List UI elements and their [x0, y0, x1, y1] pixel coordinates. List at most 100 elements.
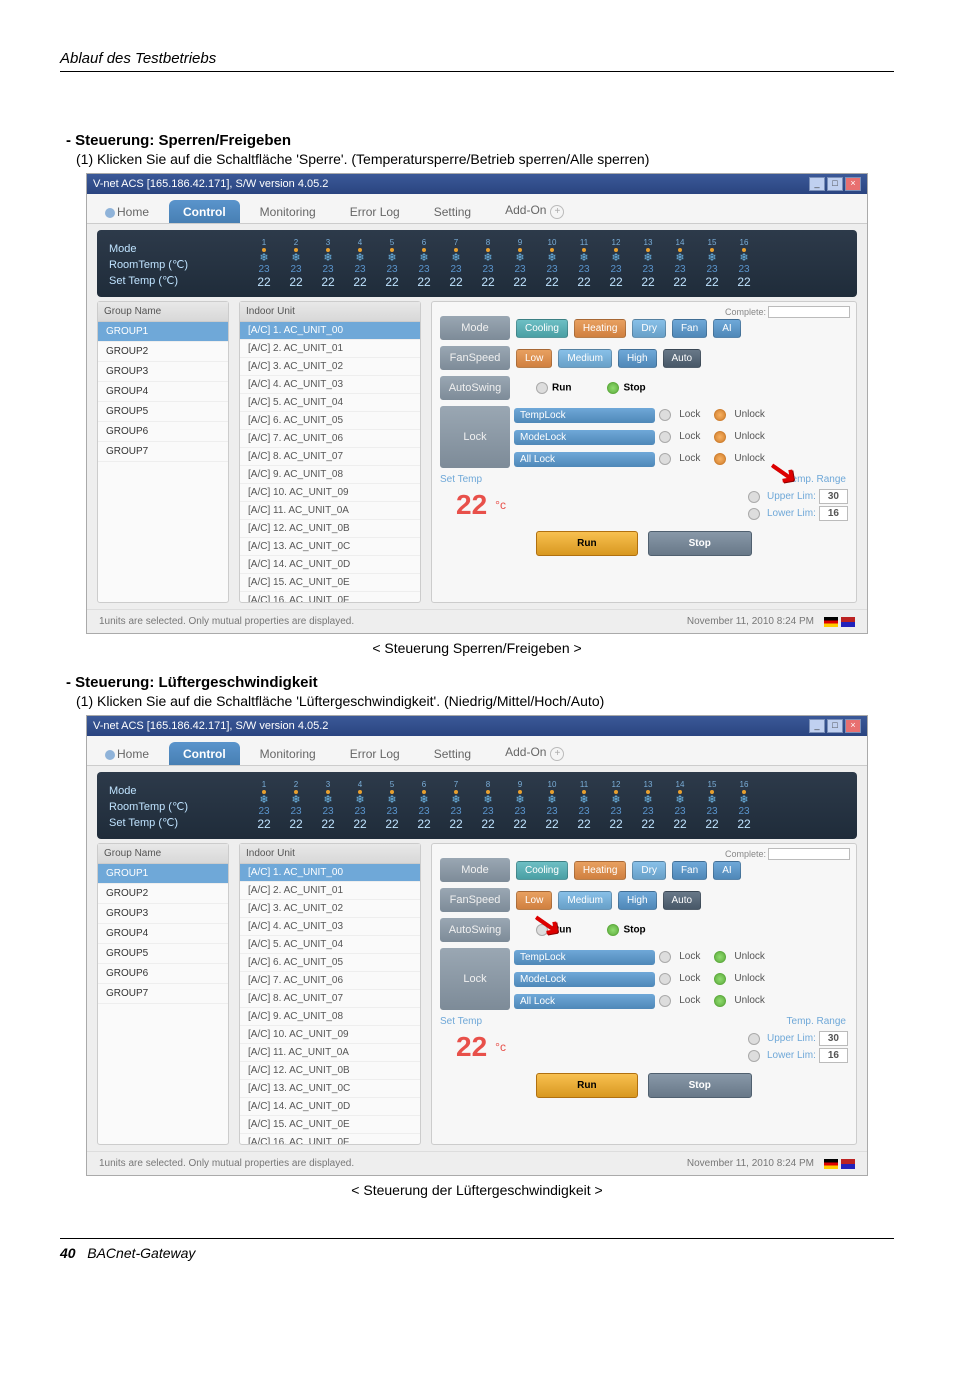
indoor-unit-item[interactable]: [A/C] 4. AC_UNIT_03	[240, 918, 420, 936]
fan-low[interactable]: Low	[516, 349, 552, 368]
indoor-unit-item[interactable]: [A/C] 7. AC_UNIT_06	[240, 972, 420, 990]
indoor-unit-item[interactable]: [A/C] 3. AC_UNIT_02	[240, 358, 420, 376]
unit-cell[interactable]: 15❄2322	[697, 780, 727, 831]
swing-stop-radio[interactable]	[607, 924, 619, 936]
indoor-unit-item[interactable]: [A/C] 4. AC_UNIT_03	[240, 376, 420, 394]
fan-low[interactable]: Low	[516, 891, 552, 910]
unit-cell[interactable]: 12❄2322	[601, 238, 631, 289]
unit-cell[interactable]: 2❄2322	[281, 238, 311, 289]
alllock-lock[interactable]	[659, 995, 671, 1007]
mode-cooling[interactable]: Cooling	[516, 861, 568, 880]
maximize-icon[interactable]: □	[827, 177, 843, 191]
group-item[interactable]: GROUP3	[98, 904, 228, 924]
fan-high[interactable]: High	[618, 891, 657, 910]
indoor-unit-item[interactable]: [A/C] 5. AC_UNIT_04	[240, 394, 420, 412]
indoor-unit-item[interactable]: [A/C] 15. AC_UNIT_0E	[240, 574, 420, 592]
modelock-lock[interactable]	[659, 431, 671, 443]
unit-cell[interactable]: 10❄2322	[537, 238, 567, 289]
indoor-unit-item[interactable]: [A/C] 13. AC_UNIT_0C	[240, 1080, 420, 1098]
unit-cell[interactable]: 11❄2322	[569, 780, 599, 831]
tab-errorlog[interactable]: Error Log	[336, 200, 414, 223]
indoor-unit-item[interactable]: [A/C] 1. AC_UNIT_00	[240, 322, 420, 340]
mode-ai[interactable]: AI	[713, 861, 740, 880]
unit-cell[interactable]: 1❄2322	[249, 238, 279, 289]
alllock-unlock[interactable]	[714, 453, 726, 465]
fan-medium[interactable]: Medium	[558, 891, 612, 910]
unit-cell[interactable]: 7❄2322	[441, 238, 471, 289]
mode-ai[interactable]: AI	[713, 319, 740, 338]
unit-cell[interactable]: 16❄2322	[729, 238, 759, 289]
unit-cell[interactable]: 6❄2322	[409, 238, 439, 289]
swing-run-radio[interactable]	[536, 382, 548, 394]
close-icon[interactable]: ×	[845, 177, 861, 191]
group-item[interactable]: GROUP3	[98, 362, 228, 382]
unit-cell[interactable]: 10❄2322	[537, 780, 567, 831]
group-item[interactable]: GROUP1	[98, 864, 228, 884]
unit-cell[interactable]: 14❄2322	[665, 780, 695, 831]
indoor-unit-item[interactable]: [A/C] 16. AC_UNIT_0F	[240, 1134, 420, 1144]
run-button[interactable]: Run	[536, 531, 637, 556]
indoor-unit-item[interactable]: [A/C] 6. AC_UNIT_05	[240, 954, 420, 972]
alllock-unlock[interactable]	[714, 995, 726, 1007]
unit-cell[interactable]: 7❄2322	[441, 780, 471, 831]
indoor-unit-item[interactable]: [A/C] 14. AC_UNIT_0D	[240, 556, 420, 574]
indoor-unit-item[interactable]: [A/C] 14. AC_UNIT_0D	[240, 1098, 420, 1116]
templock-lock[interactable]	[659, 409, 671, 421]
indoor-unit-item[interactable]: [A/C] 7. AC_UNIT_06	[240, 430, 420, 448]
upper-radio[interactable]	[748, 491, 760, 503]
templock-unlock[interactable]	[714, 409, 726, 421]
group-item[interactable]: GROUP2	[98, 884, 228, 904]
unit-cell[interactable]: 9❄2322	[505, 238, 535, 289]
unit-cell[interactable]: 2❄2322	[281, 780, 311, 831]
tab-monitoring[interactable]: Monitoring	[246, 742, 330, 765]
fan-auto[interactable]: Auto	[663, 891, 702, 910]
indoor-unit-item[interactable]: [A/C] 10. AC_UNIT_09	[240, 484, 420, 502]
stop-button[interactable]: Stop	[648, 1073, 752, 1098]
modelock-lock[interactable]	[659, 973, 671, 985]
maximize-icon[interactable]: □	[827, 719, 843, 733]
indoor-unit-item[interactable]: [A/C] 9. AC_UNIT_08	[240, 1008, 420, 1026]
unit-cell[interactable]: 8❄2322	[473, 780, 503, 831]
tab-errorlog[interactable]: Error Log	[336, 742, 414, 765]
run-button[interactable]: Run	[536, 1073, 637, 1098]
group-item[interactable]: GROUP5	[98, 402, 228, 422]
addon-plus-icon[interactable]: +	[550, 747, 564, 761]
indoor-unit-item[interactable]: [A/C] 2. AC_UNIT_01	[240, 340, 420, 358]
group-item[interactable]: GROUP5	[98, 944, 228, 964]
unit-cell[interactable]: 15❄2322	[697, 238, 727, 289]
group-item[interactable]: GROUP1	[98, 322, 228, 342]
tab-setting[interactable]: Setting	[420, 742, 485, 765]
swing-stop-radio[interactable]	[607, 382, 619, 394]
lower-radio[interactable]	[748, 508, 760, 520]
group-item[interactable]: GROUP4	[98, 924, 228, 944]
group-item[interactable]: GROUP4	[98, 382, 228, 402]
unit-cell[interactable]: 1❄2322	[249, 780, 279, 831]
tab-monitoring[interactable]: Monitoring	[246, 200, 330, 223]
tab-home[interactable]: Home	[91, 742, 163, 765]
unit-cell[interactable]: 6❄2322	[409, 780, 439, 831]
indoor-unit-item[interactable]: [A/C] 12. AC_UNIT_0B	[240, 1062, 420, 1080]
fan-high[interactable]: High	[618, 349, 657, 368]
indoor-unit-item[interactable]: [A/C] 2. AC_UNIT_01	[240, 882, 420, 900]
templock-unlock[interactable]	[714, 951, 726, 963]
unit-cell[interactable]: 9❄2322	[505, 780, 535, 831]
modelock-unlock[interactable]	[714, 431, 726, 443]
mode-cooling[interactable]: Cooling	[516, 319, 568, 338]
group-item[interactable]: GROUP6	[98, 964, 228, 984]
stop-button[interactable]: Stop	[648, 531, 752, 556]
tab-addon[interactable]: Add-On+	[491, 198, 578, 223]
indoor-unit-item[interactable]: [A/C] 5. AC_UNIT_04	[240, 936, 420, 954]
minimize-icon[interactable]: _	[809, 177, 825, 191]
unit-cell[interactable]: 11❄2322	[569, 238, 599, 289]
indoor-unit-item[interactable]: [A/C] 3. AC_UNIT_02	[240, 900, 420, 918]
tab-setting[interactable]: Setting	[420, 200, 485, 223]
tab-control[interactable]: Control	[169, 200, 240, 223]
mode-heating[interactable]: Heating	[574, 319, 626, 338]
mode-dry[interactable]: Dry	[632, 319, 666, 338]
indoor-unit-item[interactable]: [A/C] 8. AC_UNIT_07	[240, 990, 420, 1008]
addon-plus-icon[interactable]: +	[550, 205, 564, 219]
mode-dry[interactable]: Dry	[632, 861, 666, 880]
swing-run-radio[interactable]	[536, 924, 548, 936]
tab-home[interactable]: Home	[91, 200, 163, 223]
unit-cell[interactable]: 12❄2322	[601, 780, 631, 831]
